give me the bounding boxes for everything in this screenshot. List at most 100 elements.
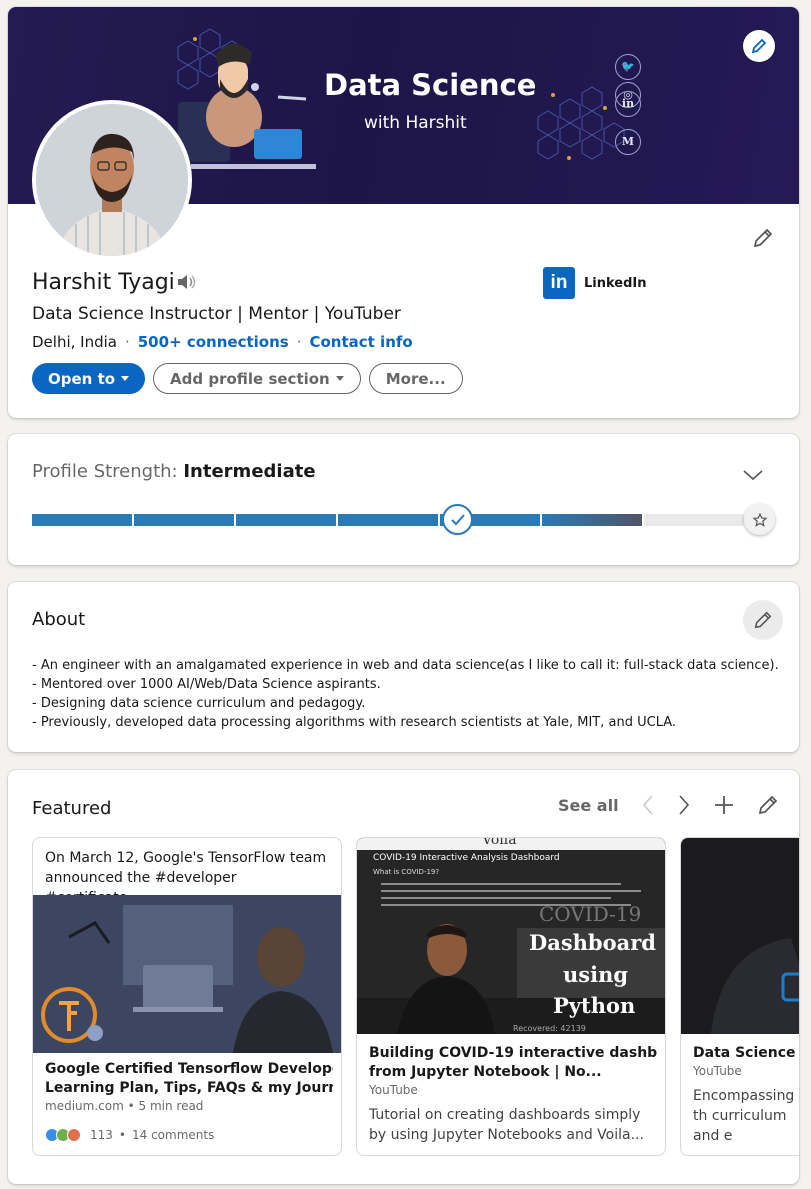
featured-title-line: Google Certified Tensorflow Developer—	[45, 1061, 333, 1077]
featured-item[interactable]: On March 12, Google's TensorFlow team an…	[32, 837, 342, 1156]
profile-top-card: Data Science with Harshit 🐦 ◎ in M Harsh…	[8, 7, 799, 418]
profile-strength-meter	[32, 514, 744, 526]
current-level-marker	[442, 504, 473, 535]
profile-name: Harshit Tyagi	[32, 270, 175, 295]
meter-segment	[542, 514, 642, 526]
banner-subtitle: with Harshit	[364, 113, 467, 133]
company-name: LinkedIn	[584, 275, 647, 291]
meter-segment	[236, 514, 336, 526]
featured-caption: Building COVID-19 interactive dashboard …	[369, 1044, 657, 1145]
contact-info-link[interactable]: Contact info	[309, 333, 412, 351]
add-profile-section-button[interactable]: Add profile section	[153, 363, 361, 394]
featured-source: YouTube	[369, 1083, 418, 1097]
featured-title-line: Building COVID-19 interactive dashboard	[369, 1045, 657, 1061]
pencil-icon	[754, 611, 772, 629]
profile-headline: Data Science Instructor | Mentor | YouTu…	[32, 304, 401, 324]
profile-strength-level: Intermediate	[183, 461, 316, 482]
edit-cover-button[interactable]	[743, 30, 775, 62]
featured-source: YouTube	[693, 1064, 742, 1078]
about-card: About - An engineer with an amalgamated …	[8, 582, 799, 752]
more-button[interactable]: More...	[368, 363, 463, 394]
chevron-left-icon[interactable]	[641, 794, 655, 816]
open-to-button[interactable]: Open to	[32, 363, 146, 394]
profile-strength-title: Profile Strength: Intermediate	[32, 461, 316, 482]
pencil-icon	[753, 228, 773, 248]
featured-caption: Data Science wi YouTube Encompassing th …	[693, 1044, 799, 1146]
read-time: 5 min read	[138, 1099, 204, 1113]
current-company[interactable]: in LinkedIn	[543, 267, 647, 299]
featured-title-line: Learning Plan, Tips, FAQs & my Journey	[45, 1080, 333, 1096]
pencil-icon[interactable]	[757, 794, 779, 816]
reaction-count: 113	[90, 1128, 113, 1142]
profile-photo[interactable]	[32, 100, 192, 260]
pencil-icon	[751, 38, 767, 54]
profile-actions: Open to Add profile section More...	[32, 363, 463, 394]
separator-dot: ·	[296, 333, 302, 351]
thumb-stat: Recovered: 42139	[513, 1024, 586, 1033]
thumb-overlay-python: Python	[553, 993, 636, 1018]
see-all-link[interactable]: See all	[558, 796, 619, 815]
add-profile-section-label: Add profile section	[170, 369, 330, 388]
location-row: Delhi, India · 500+ connections · Contac…	[32, 333, 413, 351]
linkedin-logo-icon: in	[543, 267, 575, 299]
featured-caption: Google Certified Tensorflow Developer— L…	[45, 1060, 333, 1113]
featured-item[interactable]: Voila COVID-19 Interactive Analysis Dash…	[356, 837, 666, 1156]
banner-title: Data Science	[324, 68, 537, 102]
data-science-thumbnail-image	[681, 838, 799, 1034]
profile-photo-image	[36, 104, 188, 256]
about-line: - Mentored over 1000 AI/Web/Data Science…	[32, 677, 381, 692]
about-line: - An engineer with an amalgamated experi…	[32, 658, 779, 673]
featured-description: Tutorial on creating dashboards simply b…	[369, 1107, 644, 1143]
caret-down-icon	[121, 376, 130, 381]
featured-controls: See all	[558, 794, 779, 816]
featured-thumbnail	[33, 895, 341, 1053]
separator-dot: •	[118, 1128, 126, 1142]
name-pronunciation-button[interactable]	[176, 273, 198, 295]
about-line: - Previously, developed data processing …	[32, 715, 677, 730]
more-label: More...	[385, 369, 446, 388]
thumb-overlay-covid: COVID-19	[539, 902, 642, 926]
post-text: On March 12, Google's TensorFlow team an…	[45, 850, 327, 895]
thumb-title: COVID-19 Interactive Analysis Dashboard	[373, 853, 560, 863]
thumb-overlay-dashboard: Dashboard	[529, 930, 656, 955]
profile-strength-card: Profile Strength: Intermediate	[8, 434, 799, 565]
profile-location: Delhi, India	[32, 333, 117, 351]
chevron-right-icon[interactable]	[677, 794, 691, 816]
chevron-down-icon	[743, 470, 763, 481]
thumb-header: Voila	[482, 837, 517, 848]
social-counts[interactable]: 113 • 14 comments	[45, 1128, 214, 1142]
featured-card: Featured See all On March 12, Google's T…	[8, 770, 799, 1184]
edit-intro-button[interactable]	[748, 223, 778, 253]
edit-about-button[interactable]	[743, 600, 783, 640]
tensorflow-thumbnail-image	[33, 895, 341, 1053]
featured-title: Featured	[32, 798, 112, 819]
featured-description: Encompassing th curriculum and e	[693, 1088, 795, 1144]
thumb-overlay-using: using	[563, 962, 629, 987]
checkmark-icon	[450, 513, 465, 525]
all-star-marker	[744, 504, 775, 535]
featured-source: medium.com	[45, 1099, 124, 1113]
connections-link[interactable]: 500+ connections	[138, 333, 289, 351]
caret-down-icon	[335, 376, 344, 381]
add-icon[interactable]	[713, 794, 735, 816]
expand-strength-button[interactable]	[742, 467, 764, 486]
star-icon	[752, 512, 767, 527]
featured-title-line: from Jupyter Notebook | No...	[369, 1064, 602, 1080]
meter-segment	[338, 514, 438, 526]
reaction-icons	[45, 1128, 81, 1142]
linkedin-icon: in	[615, 91, 641, 117]
twitter-icon: 🐦	[615, 54, 641, 80]
open-to-label: Open to	[48, 369, 116, 388]
love-icon	[67, 1128, 81, 1142]
medium-icon: M	[615, 129, 641, 155]
comment-count: 14 comments	[131, 1128, 215, 1142]
separator-dot: ·	[124, 333, 130, 351]
profile-strength-label: Profile Strength:	[32, 461, 178, 482]
featured-thumbnail	[681, 838, 799, 1034]
meter-segment	[644, 514, 744, 526]
about-summary: - An engineer with an amalgamated experi…	[32, 656, 779, 732]
featured-item[interactable]: Data Science wi YouTube Encompassing th …	[680, 837, 799, 1156]
meter-segment	[134, 514, 234, 526]
meter-segment	[32, 514, 132, 526]
separator-dot: •	[127, 1099, 139, 1113]
